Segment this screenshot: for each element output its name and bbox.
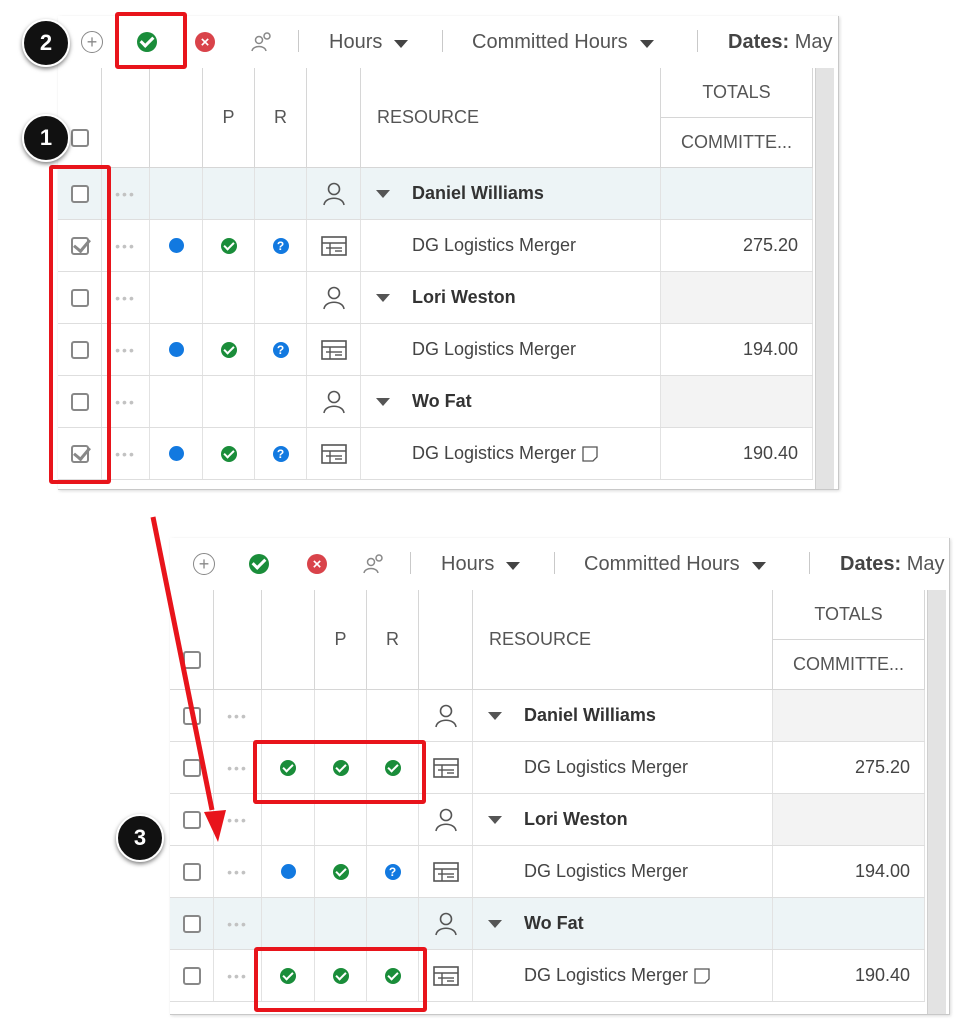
step-badge-3: 3: [116, 814, 164, 862]
approve-button-highlight: [115, 12, 187, 69]
approved-row3-highlight: [254, 947, 427, 1012]
red-arrow: [150, 516, 226, 842]
approved-row1-highlight: [253, 740, 426, 804]
checkbox-column-highlight: [49, 165, 111, 484]
step-badge-2: 2: [22, 19, 70, 67]
step-badge-1: 1: [22, 114, 70, 162]
